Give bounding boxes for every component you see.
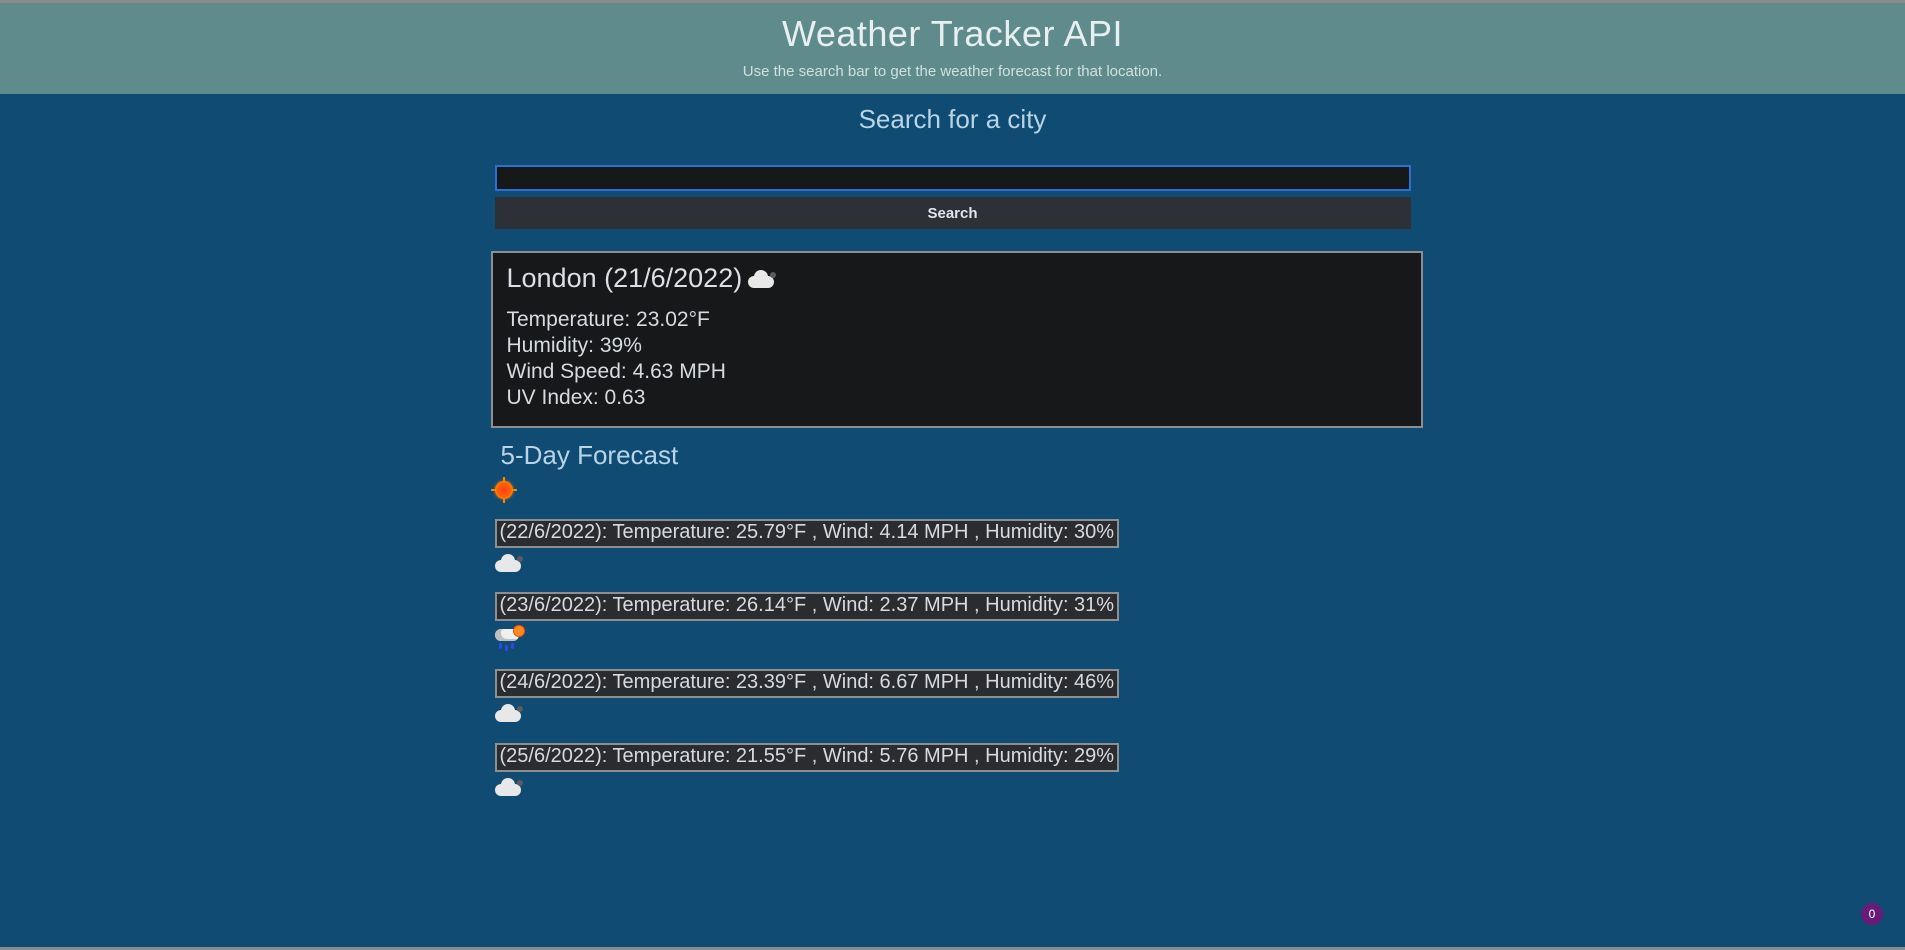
forecast-row: (24/6/2022): Temperature: 23.39°F , Wind… [495,669,1120,698]
page-subtitle: Use the search bar to get the weather fo… [0,63,1905,80]
current-city-date: London (21/6/2022) [507,263,743,294]
city-search-input[interactable] [495,165,1411,191]
current-uv: UV Index: 0.63 [507,386,1407,410]
current-humidity: Humidity: 39% [507,334,1407,358]
cloud-icon [748,270,776,288]
cloud-icon [495,778,523,796]
notification-badge[interactable]: 0 [1861,903,1883,925]
forecast-icon-row [495,554,1411,572]
current-weather-card: London (21/6/2022) Temperature: 23.02°F … [491,251,1423,428]
cloud-icon [495,704,523,722]
forecast-icon-row [495,778,1411,796]
current-temperature: Temperature: 23.02°F [507,308,1407,332]
forecast-row: (23/6/2022): Temperature: 26.14°F , Wind… [495,592,1120,621]
forecast-row: (25/6/2022): Temperature: 21.55°F , Wind… [495,743,1120,772]
forecast-row: (22/6/2022): Temperature: 25.79°F , Wind… [495,519,1120,548]
forecast-heading: 5-Day Forecast [501,440,1411,471]
current-heading: London (21/6/2022) [507,263,1407,294]
page-title: Weather Tracker API [0,13,1905,55]
sun-icon [495,481,513,499]
search-button[interactable]: Search [495,197,1411,229]
forecast-icon-row [495,481,1411,499]
cloud-icon [495,554,523,572]
search-heading: Search for a city [0,104,1905,135]
header-bar: Weather Tracker API Use the search bar t… [0,3,1905,94]
current-wind: Wind Speed: 4.63 MPH [507,360,1407,384]
forecast-list: (22/6/2022): Temperature: 25.79°F , Wind… [495,481,1411,796]
forecast-icon-row [495,704,1411,722]
forecast-icon-row [495,627,1411,649]
rain-cloud-icon [495,627,523,649]
